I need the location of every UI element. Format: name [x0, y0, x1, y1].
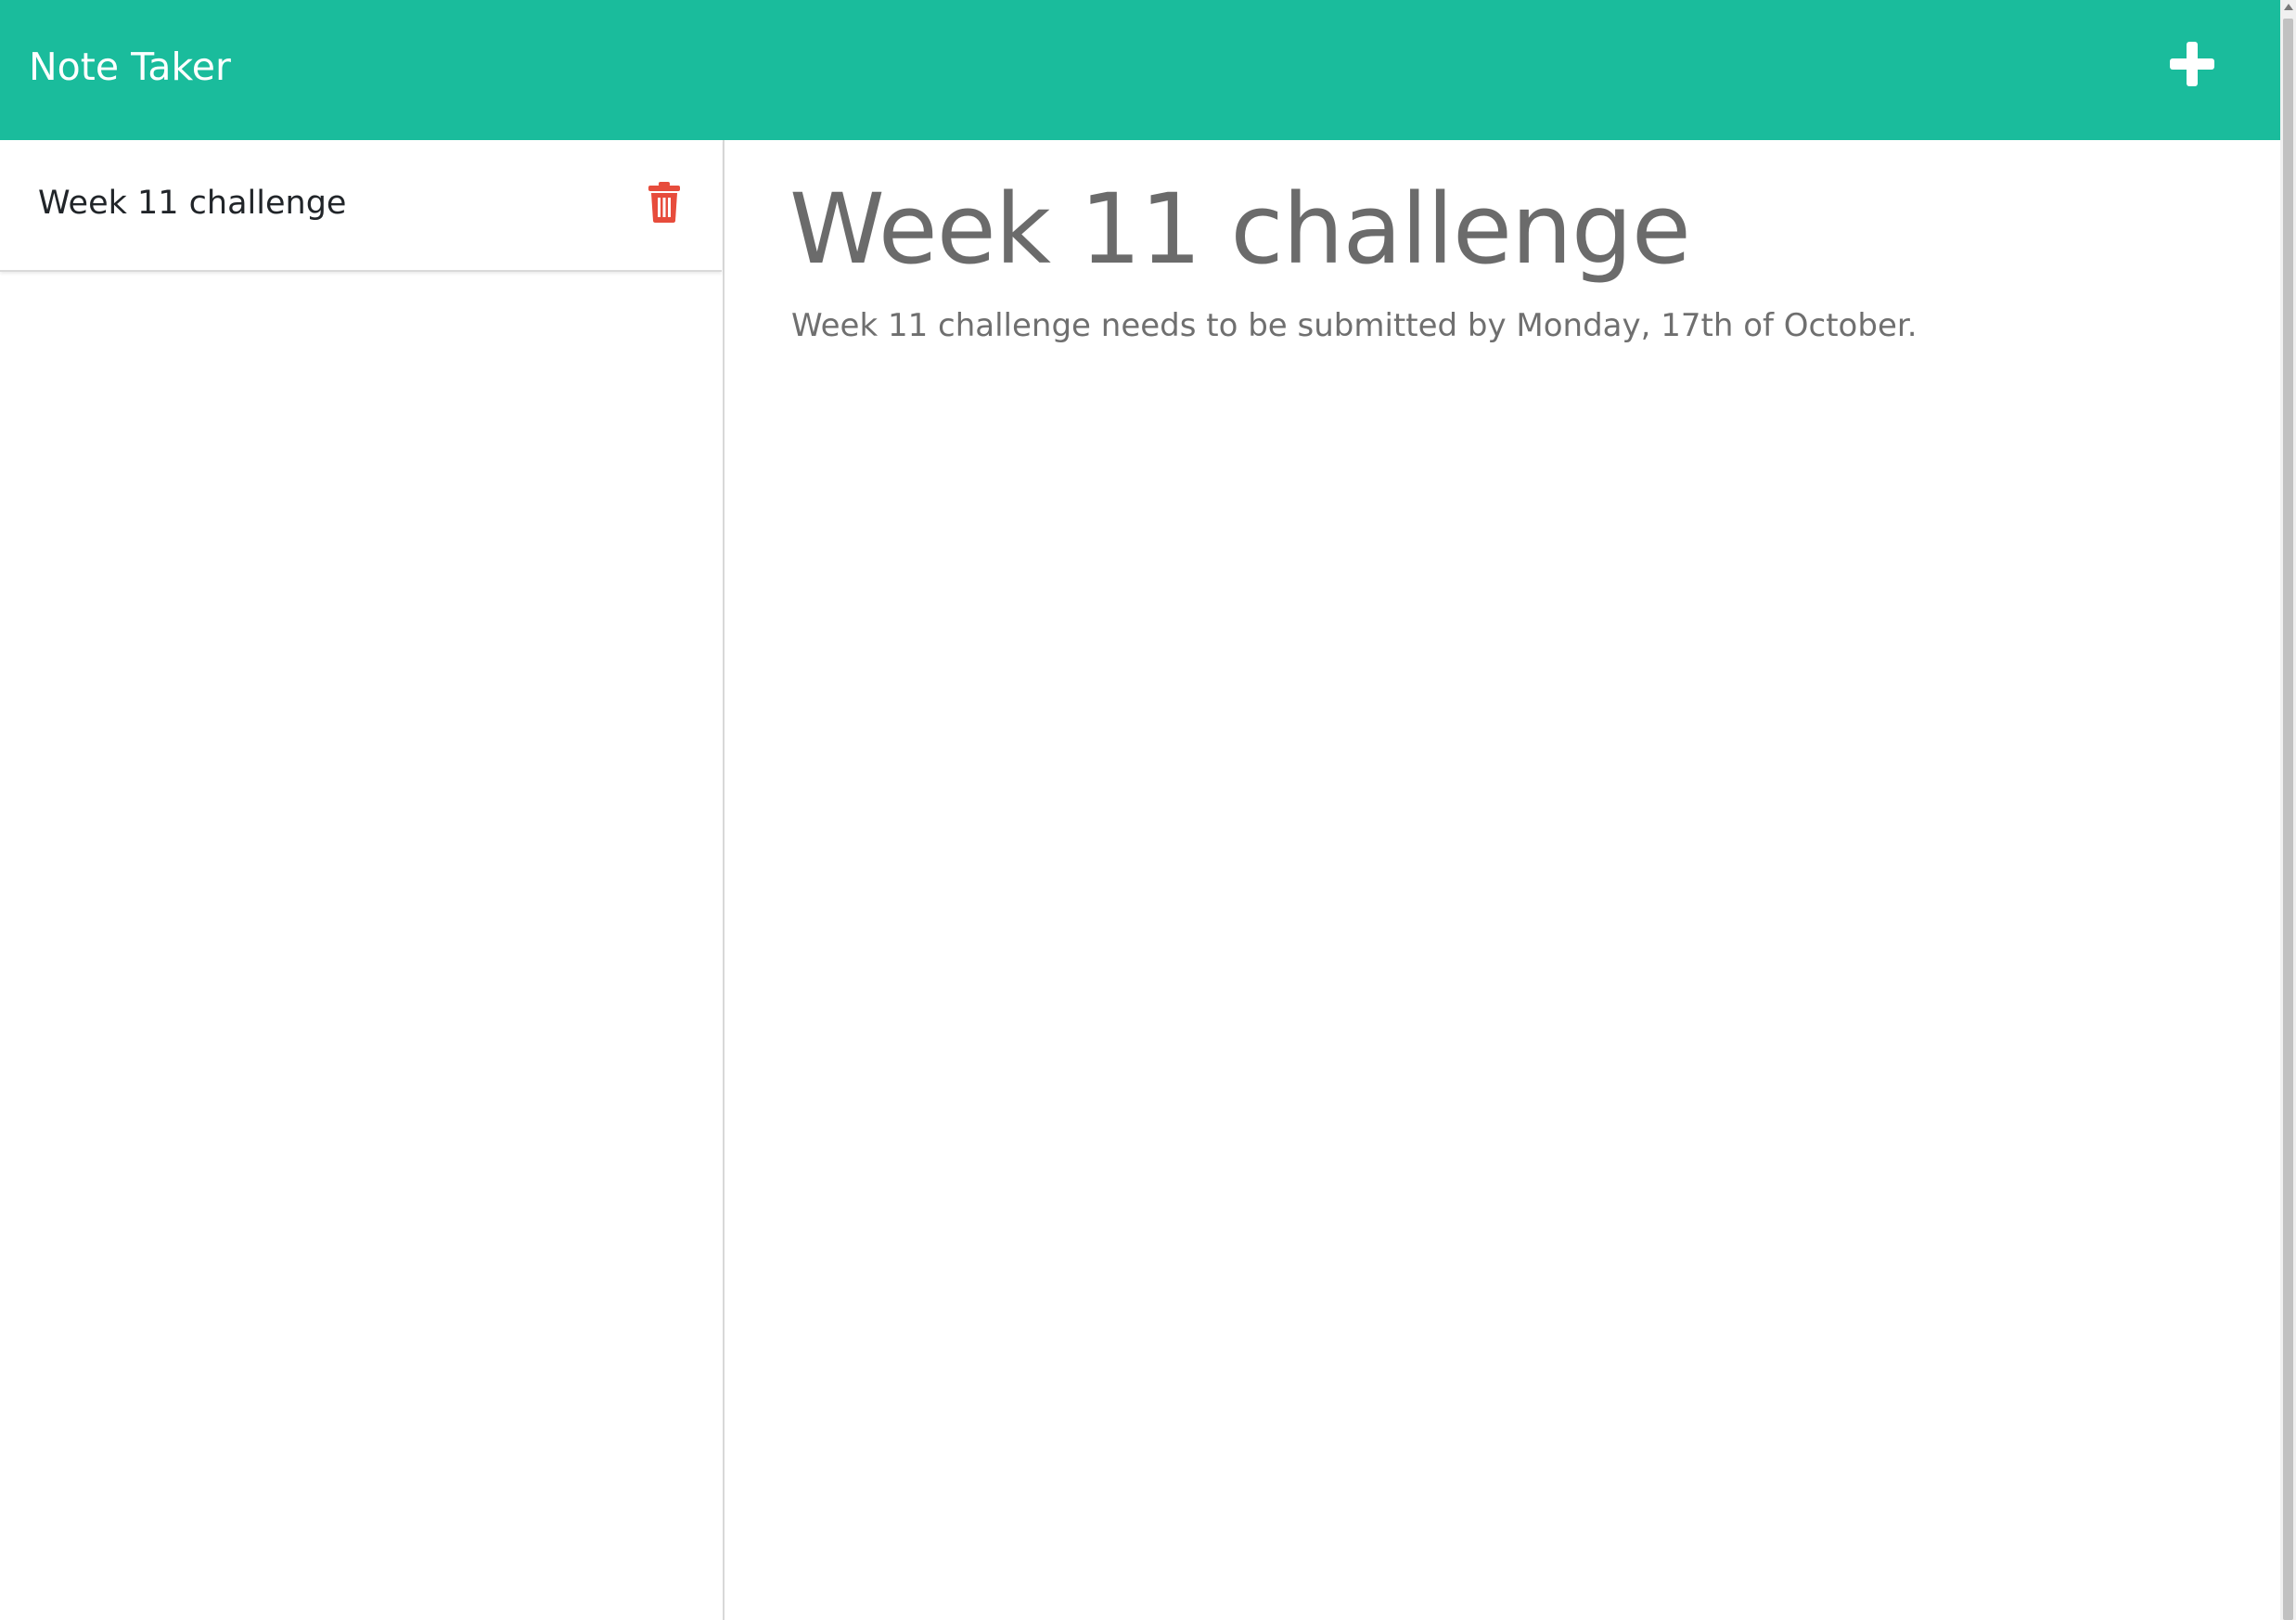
trash-icon [648, 182, 680, 223]
delete-note-button[interactable] [647, 181, 682, 224]
note-title-input[interactable]: Week 11 challenge [789, 164, 1691, 294]
note-list-item[interactable]: Week 11 challenge [0, 140, 722, 272]
scrollbar-thumb[interactable] [2283, 19, 2293, 1620]
note-list-item-title[interactable]: Week 11 challenge [38, 181, 346, 225]
navbar: Note Taker [0, 0, 2280, 140]
note-editor: Week 11 challenge Week 11 challenge need… [725, 140, 2280, 1620]
app-title[interactable]: Note Taker [29, 41, 231, 93]
vertical-scrollbar[interactable] [2280, 0, 2296, 1620]
plus-icon [2170, 42, 2214, 86]
new-note-button[interactable] [2166, 38, 2218, 90]
scroll-up-arrow-icon[interactable] [2284, 4, 2293, 10]
notes-sidebar: Week 11 challenge [0, 140, 725, 1620]
note-text-area[interactable]: Week 11 challenge needs to be submitted … [791, 303, 1918, 348]
